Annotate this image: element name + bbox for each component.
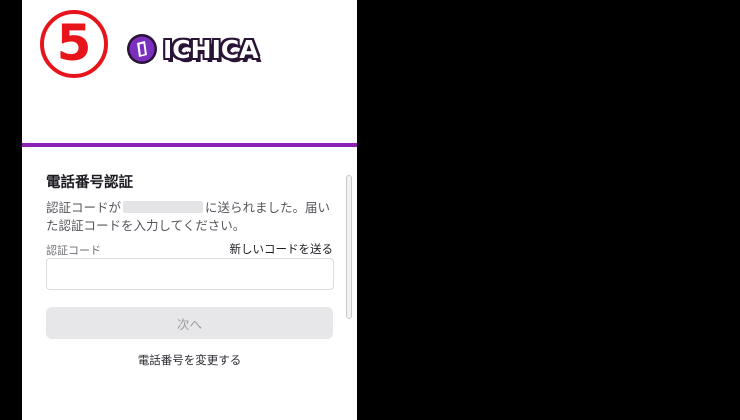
next-button[interactable]: 次へ xyxy=(46,307,333,339)
header: 5 ICHICA xyxy=(22,0,357,143)
masked-phone-number xyxy=(123,201,204,213)
change-phone-number-link[interactable]: 電話番号を変更する xyxy=(22,352,357,368)
phone-verification-form: 電話番号認証 認証コードが に送られました。届いた認証コードを入力してください。 … xyxy=(22,147,357,420)
ichica-logo: ICHICA xyxy=(126,30,259,68)
step-number: 5 xyxy=(56,14,92,72)
description-prefix: 認証コードが xyxy=(46,200,122,215)
resend-code-link[interactable]: 新しいコードを送る xyxy=(230,241,334,257)
scrollbar[interactable] xyxy=(346,175,352,319)
app-panel: 5 ICHICA 電話番号認証 認証コードが に送られました。届いた認証コードを入… xyxy=(22,0,357,420)
code-field-label: 認証コード xyxy=(46,244,101,257)
verification-description: 認証コードが に送られました。届いた認証コードを入力してください。 xyxy=(46,199,338,235)
ichica-logo-icon xyxy=(127,34,157,64)
verification-code-input[interactable] xyxy=(46,258,334,290)
logo-text: ICHICA xyxy=(163,34,259,64)
page-title: 電話番号認証 xyxy=(46,175,133,191)
left-black-margin xyxy=(0,0,22,420)
scrollbar-thumb[interactable] xyxy=(346,175,352,319)
step-number-badge: 5 xyxy=(40,10,108,78)
